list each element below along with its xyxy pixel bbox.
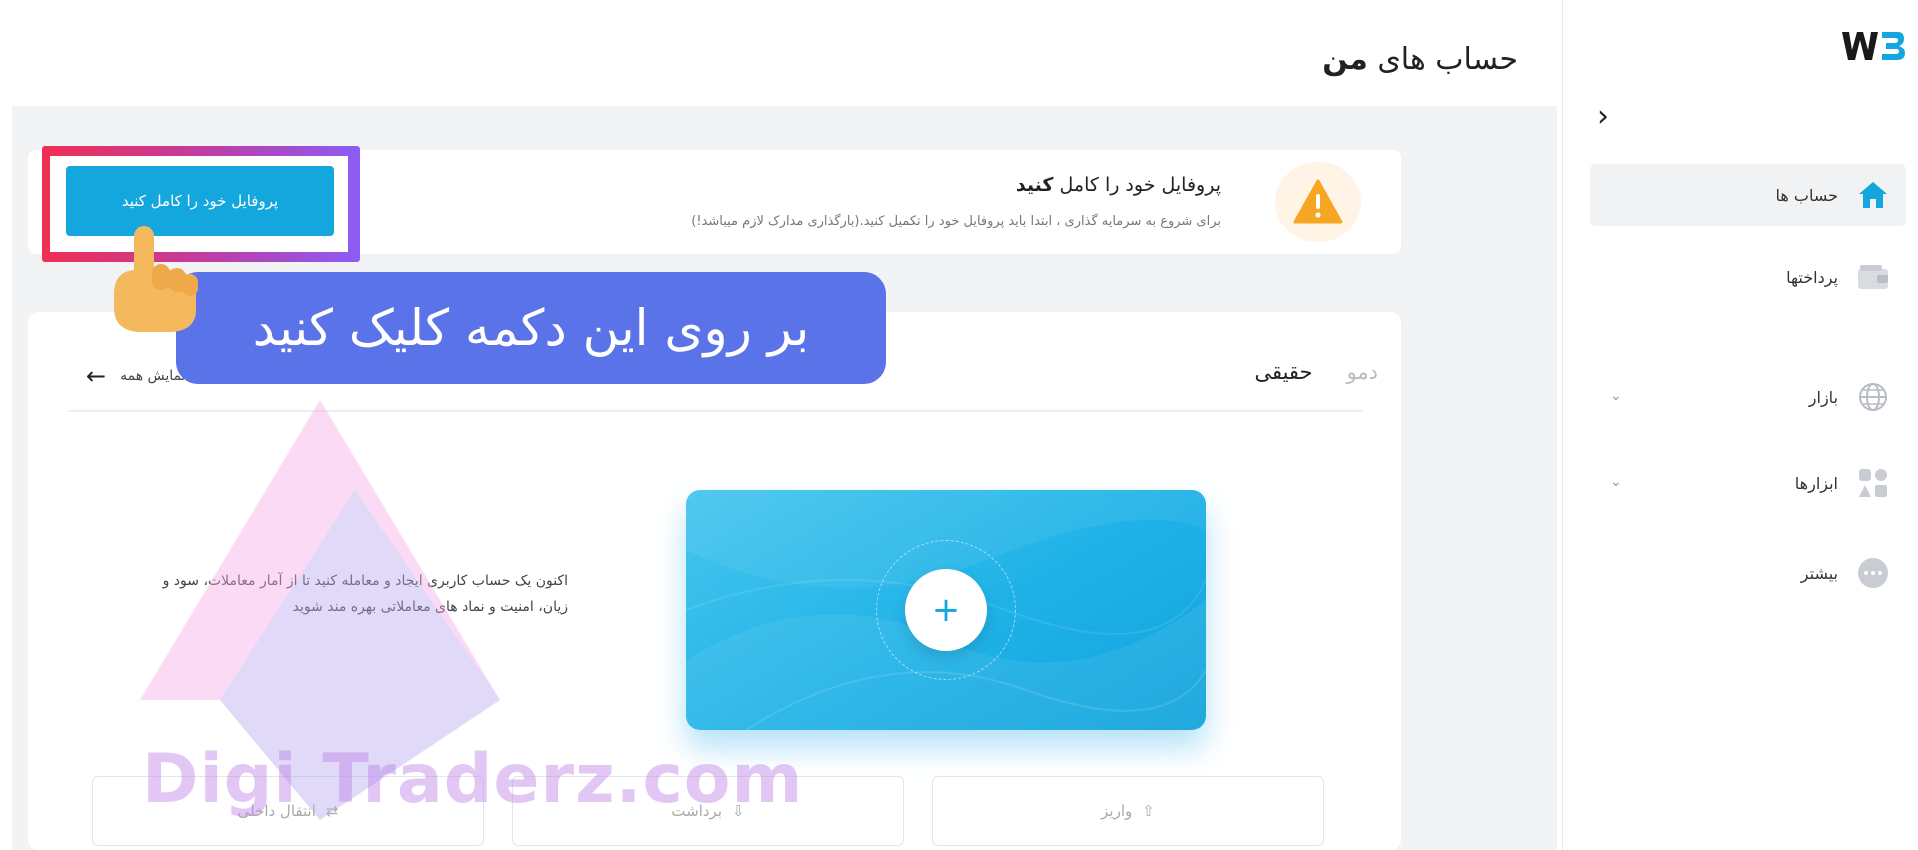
chevron-down-icon: ⌄ (1610, 388, 1622, 404)
add-account-button[interactable]: + (905, 569, 987, 651)
w3-logo[interactable] (1838, 22, 1906, 72)
sidebar-item-label: بیشتر (1800, 563, 1838, 583)
account-tabs: حقیقی دمو (1254, 360, 1378, 384)
wallet-icon (1856, 260, 1890, 294)
alert-title-bold: کنید (1015, 174, 1054, 196)
deposit-label: واریز (1101, 802, 1133, 820)
sidebar-item-label: پرداختها (1786, 267, 1838, 287)
more-icon (1856, 556, 1890, 590)
create-account-card[interactable]: + (686, 490, 1206, 730)
tools-icon (1856, 466, 1890, 500)
view-all-link[interactable]: ← نمایش همه (86, 362, 186, 390)
sidebar-item-label: حساب ها (1775, 185, 1839, 205)
sidebar: › حساب ها پرداختها ⌄ بازار ⌄ ابزارها بیش… (1562, 0, 1918, 850)
page-title: حساب های من (1322, 42, 1518, 77)
alert-title-text: پروفایل خود را کامل (1059, 174, 1222, 196)
alert-title: پروفایل خود را کامل کنید (1016, 174, 1221, 196)
page-title-text: حساب های (1377, 42, 1518, 77)
page-title-bold: من (1322, 42, 1368, 77)
watermark-text: Digi Traderz.com (142, 740, 804, 819)
home-icon (1856, 178, 1890, 212)
tutorial-tooltip: بر روی این دکمه کلیک کنید (176, 272, 886, 384)
view-all-label: نمایش همه (120, 368, 186, 384)
sidebar-item-label: ابزارها (1794, 473, 1838, 493)
warning-icon (1275, 162, 1361, 242)
arrow-left-icon: ← (86, 362, 107, 390)
sidebar-item-tools[interactable]: ⌄ ابزارها (1590, 452, 1906, 514)
collapse-sidebar-button[interactable]: › (1588, 100, 1618, 136)
tabs-divider (68, 410, 1363, 412)
create-account-description: اکنون یک حساب کاربری ایجاد و معامله کنید… (162, 573, 568, 615)
pointing-hand-icon (114, 226, 198, 332)
chevron-down-icon: ⌄ (1610, 474, 1622, 490)
globe-icon (1856, 380, 1890, 414)
sidebar-item-more[interactable]: بیشتر (1590, 542, 1906, 604)
alert-subtitle: برای شروع به سرمایه گذاری ، ابتدا باید پ… (691, 214, 1221, 229)
tab-real[interactable]: حقیقی (1254, 360, 1312, 384)
sidebar-item-payments[interactable]: پرداختها (1590, 246, 1906, 308)
sidebar-item-market[interactable]: ⌄ بازار (1590, 366, 1906, 428)
deposit-icon: ⇧ (1142, 802, 1155, 820)
tab-demo[interactable]: دمو (1347, 360, 1378, 384)
sidebar-item-label: بازار (1808, 387, 1838, 407)
sidebar-item-accounts[interactable]: حساب ها (1590, 164, 1906, 226)
deposit-button[interactable]: ⇧ واریز (932, 776, 1324, 846)
